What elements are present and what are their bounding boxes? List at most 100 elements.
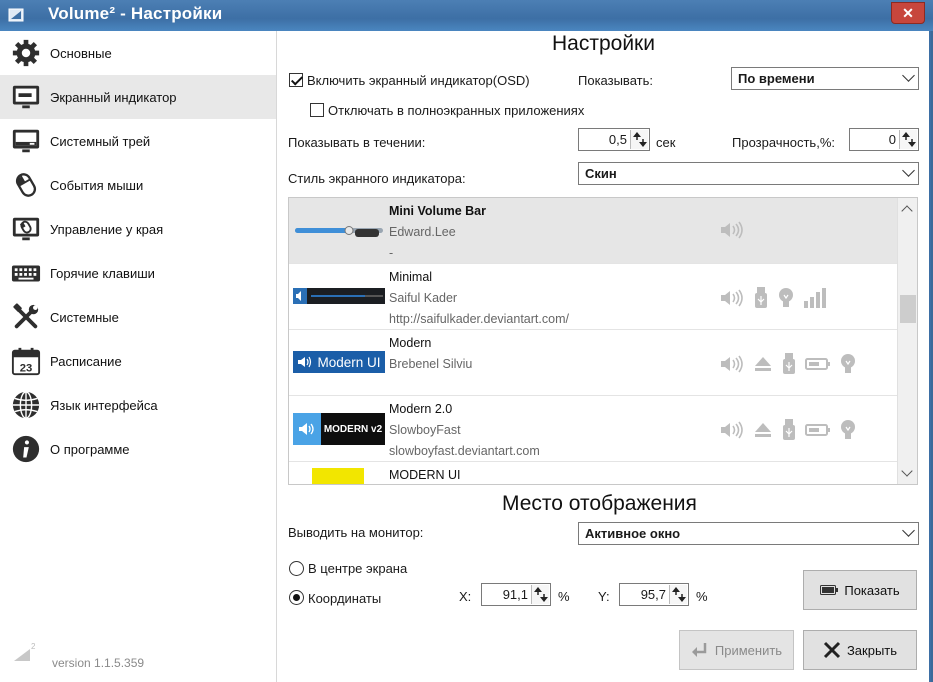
app-icon xyxy=(8,8,24,22)
skin-preview-minimal xyxy=(293,288,385,304)
speaker-icon xyxy=(721,289,743,307)
bulb-icon xyxy=(841,354,855,373)
spin-arrows-icon[interactable] xyxy=(669,585,687,604)
style-value: Скин xyxy=(585,166,617,181)
svg-text:2: 2 xyxy=(31,642,36,651)
sidebar-item-label: О программе xyxy=(50,441,130,457)
skin-site: http://saifulkader.deviantart.com/ xyxy=(389,312,569,326)
monitor-label: Выводить на монитор: xyxy=(288,525,424,540)
chevron-down-icon xyxy=(902,69,915,82)
speaker-icon xyxy=(721,421,743,439)
title-bar: Volume² - Настройки ✕ xyxy=(0,0,933,31)
x-label: X: xyxy=(459,589,472,604)
center-label: В центре экрана xyxy=(308,561,408,576)
skin-name: Modern 2.0 xyxy=(389,402,453,416)
center-radio[interactable] xyxy=(289,561,304,576)
sidebar-item-mouse[interactable]: События мыши xyxy=(0,163,276,207)
skin-item[interactable]: MODERN v2 Modern 2.0 SlowboyFast slowboy… xyxy=(289,396,898,462)
opacity-value: 0 xyxy=(888,132,896,147)
sidebar-item-general[interactable]: Основные xyxy=(0,31,276,75)
duration-label: Показывать в течении: xyxy=(288,135,426,150)
sidebar: Основные Экранный индикатор Системный тр… xyxy=(0,31,277,682)
enable-osd-label: Включить экранный индикатор(OSD) xyxy=(307,73,530,88)
y-value: 95,7 xyxy=(640,587,666,602)
skin-item[interactable]: Minimal Saiful Kader http://saifulkader.… xyxy=(289,264,898,330)
coords-radio[interactable] xyxy=(289,590,304,605)
sidebar-item-label: Язык интерфейса xyxy=(50,397,158,413)
skin-preview-modern-v2: MODERN v2 xyxy=(293,413,385,445)
skin-author: Brebenel Silviu xyxy=(389,357,473,371)
chevron-down-icon xyxy=(902,524,915,537)
sidebar-item-edge[interactable]: Управление у края xyxy=(0,207,276,251)
skin-author: Edward.Lee xyxy=(389,225,456,239)
gear-icon xyxy=(9,36,43,70)
y-stepper[interactable]: 95,7 xyxy=(619,583,689,606)
x-stepper[interactable]: 91,1 xyxy=(481,583,551,606)
duration-stepper[interactable]: 0,5 xyxy=(578,128,650,151)
skin-preview-modern: Modern UI xyxy=(293,351,385,373)
battery-icon xyxy=(805,358,830,370)
skin-item[interactable]: Modern UI Modern Brebenel Silviu xyxy=(289,330,898,396)
globe-icon xyxy=(9,388,43,422)
sidebar-item-hotkeys[interactable]: Горячие клавиши xyxy=(0,251,276,295)
speaker-icon xyxy=(299,423,314,435)
apply-button[interactable]: Применить xyxy=(679,630,794,670)
sidebar-item-tray[interactable]: Системный трей xyxy=(0,119,276,163)
sidebar-item-language[interactable]: Язык интерфейса xyxy=(0,383,276,427)
sidebar-item-label: Системные xyxy=(50,309,119,325)
skin-preview-text: MODERN v2 xyxy=(321,413,385,445)
sidebar-item-label: Системный трей xyxy=(50,133,151,149)
skin-preview-mini-bar xyxy=(295,226,383,237)
main-panel: Настройки Включить экранный индикатор(OS… xyxy=(277,31,931,682)
y-percent: % xyxy=(696,589,708,604)
coords-label: Координаты xyxy=(308,591,382,606)
keyboard-icon xyxy=(9,256,43,290)
skin-list-scrollbar[interactable] xyxy=(897,198,917,484)
spin-arrows-icon[interactable] xyxy=(630,130,648,149)
disable-fullscreen-checkbox[interactable] xyxy=(310,103,324,117)
skin-list[interactable]: Mini Volume Bar Edward.Lee - Minimal Sai… xyxy=(288,197,918,485)
sidebar-item-about[interactable]: О программе xyxy=(0,427,276,471)
sidebar-item-system[interactable]: Системные xyxy=(0,295,276,339)
show-mode-select[interactable]: По времени xyxy=(731,67,919,90)
info-icon xyxy=(9,432,43,466)
scroll-up-icon[interactable] xyxy=(901,205,913,217)
bulb-icon xyxy=(841,420,855,439)
skin-name: Mini Volume Bar xyxy=(389,204,487,218)
close-button[interactable]: Закрыть xyxy=(803,630,917,670)
battery-icon xyxy=(805,424,830,436)
speaker-icon xyxy=(721,355,743,373)
close-window-button[interactable]: ✕ xyxy=(891,2,925,24)
bulb-icon xyxy=(779,288,793,307)
scroll-down-icon[interactable] xyxy=(901,465,913,477)
skin-name: Minimal xyxy=(389,270,433,284)
style-label: Стиль экранного индикатора: xyxy=(288,171,466,186)
style-select[interactable]: Скин xyxy=(578,162,919,185)
eject-icon xyxy=(755,423,771,437)
enable-osd-checkbox[interactable] xyxy=(289,73,303,87)
sidebar-item-osd[interactable]: Экранный индикатор xyxy=(0,75,276,119)
close-button-label: Закрыть xyxy=(846,642,898,658)
usb-icon xyxy=(783,419,795,440)
opacity-stepper[interactable]: 0 xyxy=(849,128,919,151)
mouse-icon xyxy=(9,168,43,202)
scroll-thumb[interactable] xyxy=(900,295,916,323)
spin-arrows-icon[interactable] xyxy=(531,585,549,604)
signal-bars-icon xyxy=(804,288,826,308)
sidebar-item-label: Горячие клавиши xyxy=(50,265,155,281)
version-label: version 1.1.5.359 xyxy=(52,656,145,670)
monitor-select[interactable]: Активное окно xyxy=(578,522,919,545)
skin-author: Saiful Kader xyxy=(389,291,458,305)
skin-item[interactable]: Mini Volume Bar Edward.Lee - xyxy=(289,198,898,264)
skin-item[interactable]: MODERN UI xyxy=(289,462,898,484)
sidebar-item-schedule[interactable]: 23 Расписание xyxy=(0,339,276,383)
spin-arrows-icon[interactable] xyxy=(899,130,917,149)
show-preview-button[interactable]: Показать xyxy=(803,570,917,610)
sidebar-item-label: Управление у края xyxy=(50,221,164,237)
window-title: Volume² - Настройки xyxy=(48,4,223,23)
skin-name: MODERN UI xyxy=(389,468,461,482)
skin-author: SlowboyFast xyxy=(389,423,461,437)
enter-icon xyxy=(691,642,709,658)
x-percent: % xyxy=(558,589,570,604)
skin-features xyxy=(719,220,745,240)
